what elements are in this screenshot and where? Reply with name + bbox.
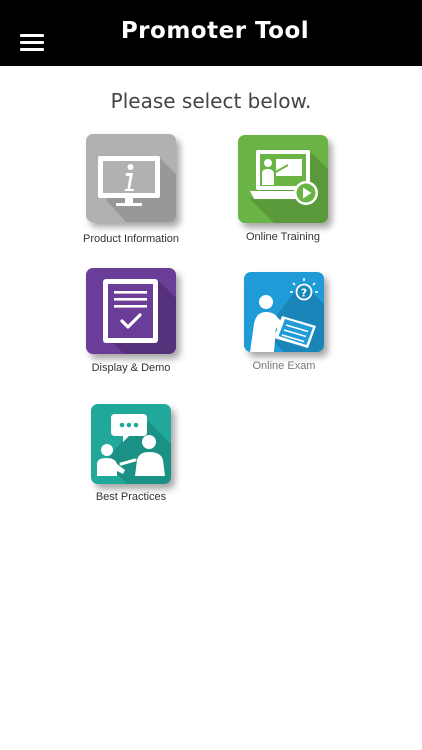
tile-display-demo[interactable]: Display & Demo (86, 268, 176, 376)
exam-writing-icon: ? (244, 272, 324, 352)
tile-label: Display & Demo (91, 362, 171, 374)
tile-online-training[interactable]: Online Training (238, 135, 328, 247)
svg-text:?: ? (301, 287, 307, 300)
tile-label: Online Exam (252, 360, 316, 372)
info-monitor-icon (86, 134, 176, 222)
tile-online-exam[interactable]: ? Online Exam (244, 272, 324, 374)
tile-product-information[interactable]: Product Information (83, 134, 179, 248)
tile-label: Product Information (83, 233, 179, 245)
tile-label: Online Training (246, 231, 320, 243)
checklist-tablet-icon (86, 268, 176, 354)
tile-best-practices[interactable]: Best Practices (91, 404, 171, 506)
training-laptop-icon (238, 135, 328, 223)
hamburger-icon (20, 34, 44, 37)
discussion-people-icon (91, 404, 171, 484)
page-prompt: Please select below. (110, 89, 312, 113)
app-title: Promoter Tool (120, 18, 310, 44)
menu-button[interactable] (20, 34, 44, 52)
tile-label: Best Practices (95, 491, 167, 503)
app-header: Promoter Tool (0, 0, 422, 66)
